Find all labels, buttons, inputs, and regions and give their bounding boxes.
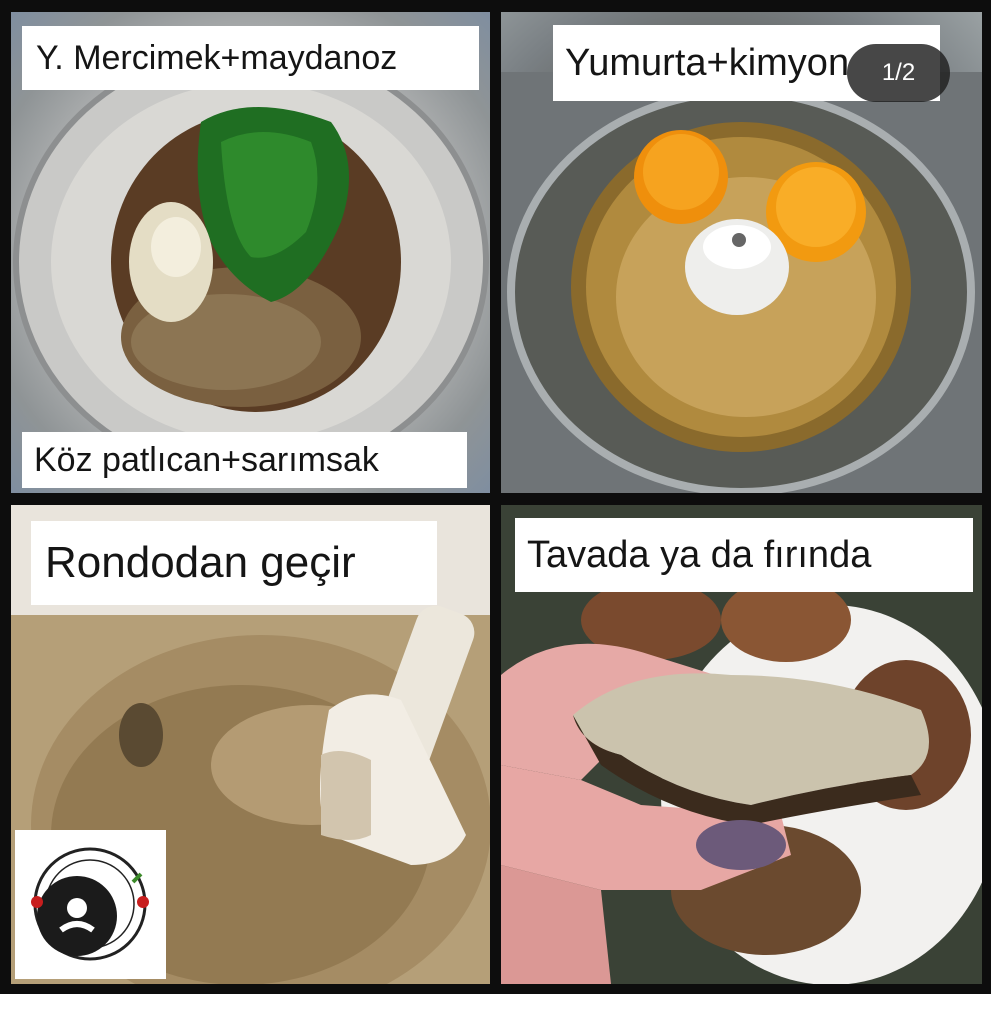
panel-3-top-caption: Rondodan geçir: [31, 521, 437, 605]
photo-panel-cooked-patties: Tavada ya da fırında: [501, 505, 982, 984]
panel-1-bottom-caption: Köz patlıcan+sarımsak: [22, 432, 467, 488]
image-pager-badge[interactable]: 1/2: [847, 44, 950, 102]
bottom-white-strip: [0, 994, 991, 1024]
photo-panel-eggs-processor: Yumurta+kimyon 1/2: [501, 12, 982, 493]
panel-1-top-caption: Y. Mercimek+maydanoz: [22, 26, 479, 90]
brand-logo: [15, 830, 166, 979]
brand-logo-icon: [31, 847, 149, 961]
photo-panel-lentil-bowl: Y. Mercimek+maydanoz Köz patlıcan+sarıms…: [11, 12, 490, 493]
panel-4-top-caption: Tavada ya da fırında: [515, 518, 973, 592]
